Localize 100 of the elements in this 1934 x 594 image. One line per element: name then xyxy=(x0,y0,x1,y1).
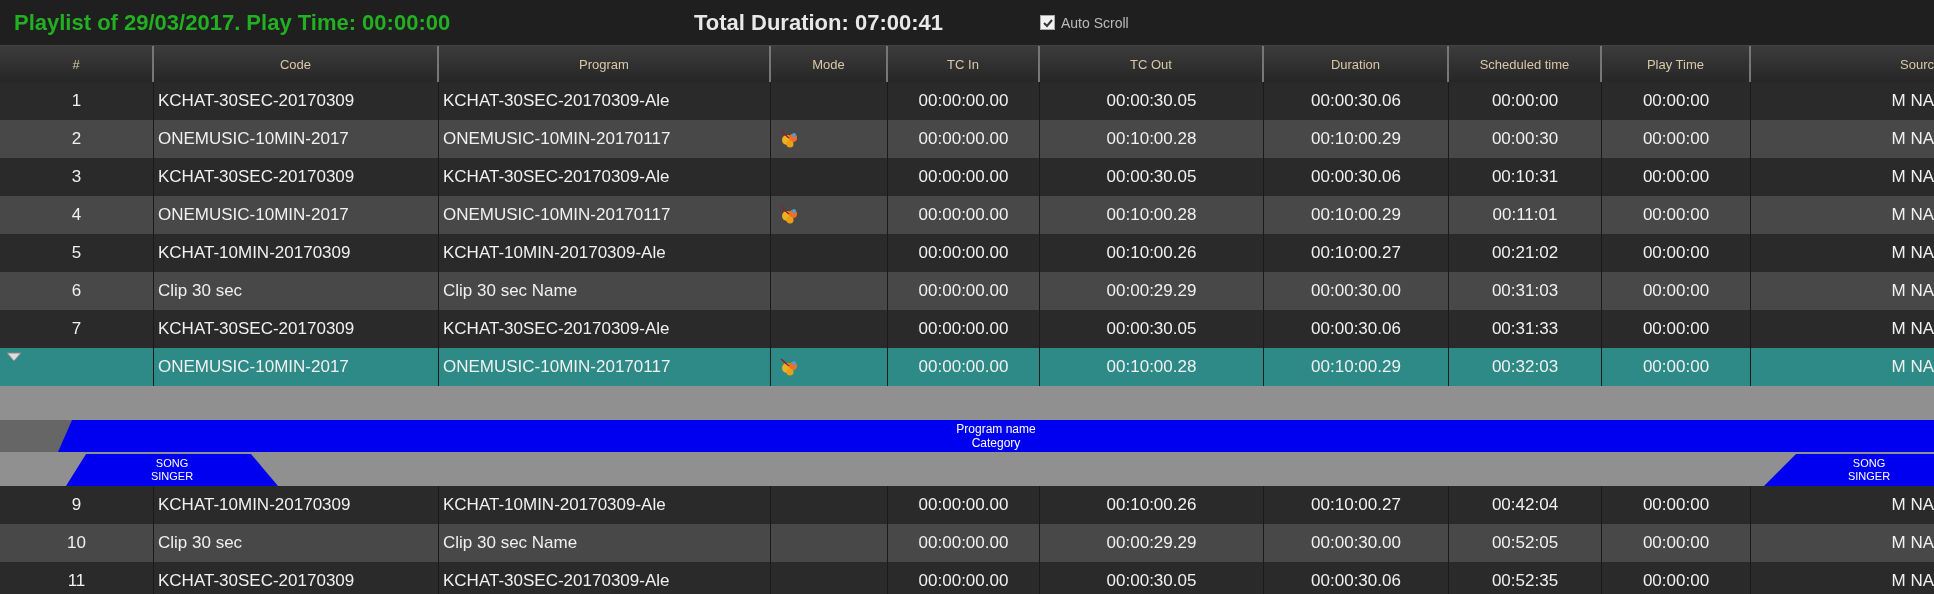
table-cell: KCHAT-10MIN-20170309 xyxy=(158,243,351,263)
table-cell: KCHAT-30SEC-20170309 xyxy=(158,167,355,187)
table-cell: 00:10:00.27 xyxy=(1311,495,1401,515)
table-cell: KCHAT-30SEC-20170309-Ale xyxy=(443,167,670,187)
table-cell: 00:00:30.06 xyxy=(1311,571,1401,591)
playlist-row[interactable]: 10 Clip 30 sec Clip 30 sec Name 00:00:00.00 00:00:29.29 00:00:30.00 00:52:05 00:00:00 M NA xyxy=(0,524,1934,562)
playlist-row[interactable]: 4 ONEMUSIC-10MIN-2017 ONEMUSIC-10MIN-20170117 00:00:00.00 00:10:00.28 00:10:00.29 00:11:01 00:00:00 M NA xyxy=(0,196,1934,234)
table-cell: 00:00:00.00 xyxy=(918,281,1009,301)
table-cell: 00:00:30 xyxy=(1491,129,1559,149)
table-cell: Clip 30 sec xyxy=(158,281,243,301)
program-category-label: Category xyxy=(971,436,1021,450)
table-cell: 00:00:00.00 xyxy=(918,243,1009,263)
table-cell: KCHAT-30SEC-20170309 xyxy=(158,319,355,339)
playlist-row[interactable]: ONEMUSIC-10MIN-2017 ONEMUSIC-10MIN-20170117 00:00:00.00 00:10:00.28 00:10:00.29 00:32:03 00:00:00 M NA xyxy=(0,348,1934,386)
playlist-row[interactable]: 2 ONEMUSIC-10MIN-2017 ONEMUSIC-10MIN-20170117 00:00:00.00 00:10:00.28 00:10:00.29 00:00:30 00:00:00 M NA xyxy=(0,120,1934,158)
table-cell: ONEMUSIC-10MIN-20170117 xyxy=(443,129,671,149)
table-cell: 00:00:00 xyxy=(1642,357,1710,377)
table-cell: 5 xyxy=(71,243,82,263)
table-cell: 00:00:30.06 xyxy=(1311,91,1401,111)
table-cell: 00:31:03 xyxy=(1491,281,1559,301)
playlist-title: Playlist of 29/03/2017. Play Time: 00:00:00 xyxy=(13,9,452,36)
table-cell: 00:00:30.05 xyxy=(1106,571,1197,591)
song-block[interactable]: SONG SINGER xyxy=(66,454,278,486)
table-cell: 00:10:00.28 xyxy=(1106,357,1197,377)
table-cell: 00:52:35 xyxy=(1491,571,1559,591)
table-cell: M NA xyxy=(1891,495,1934,515)
table-cell: KCHAT-10MIN-20170309-Ale xyxy=(443,243,666,263)
table-cell: KCHAT-30SEC-20170309 xyxy=(158,91,355,111)
row-marker-icon xyxy=(6,352,22,362)
table-cell: 2 xyxy=(71,129,82,149)
table-cell: 00:42:04 xyxy=(1491,495,1559,515)
table-cell: 00:00:00 xyxy=(1642,243,1710,263)
song-title-label: SONG xyxy=(155,457,189,470)
table-cell: 00:00:00.00 xyxy=(918,91,1009,111)
song-title-label: SONG xyxy=(1852,457,1886,470)
table-cell: 00:00:30.06 xyxy=(1311,167,1401,187)
table-cell: KCHAT-30SEC-20170309-Ale xyxy=(443,91,670,111)
table-cell: KCHAT-30SEC-20170309 xyxy=(158,571,355,591)
table-cell: 00:00:00 xyxy=(1642,571,1710,591)
table-cell: 00:31:33 xyxy=(1491,319,1559,339)
table-cell: 00:00:30.00 xyxy=(1311,533,1401,553)
program-name-label: Program name xyxy=(956,422,1036,436)
table-cell: ONEMUSIC-10MIN-2017 xyxy=(158,129,349,149)
table-cell: 00:10:00.29 xyxy=(1311,357,1401,377)
total-duration: Total Duration: 07:00:41 xyxy=(694,9,944,36)
table-cell: M NA xyxy=(1891,167,1934,187)
table-cell: 00:10:00.29 xyxy=(1311,205,1401,225)
table-cell: 00:00:29.29 xyxy=(1106,533,1197,553)
table-cell: 00:00:00 xyxy=(1642,495,1710,515)
table-cell: 00:00:00 xyxy=(1642,281,1710,301)
table-cell: 00:00:00 xyxy=(1642,533,1710,553)
table-cell: 00:00:00 xyxy=(1642,167,1710,187)
song-block[interactable]: SONG SINGER xyxy=(1764,454,1934,486)
program-block[interactable]: Program name Category xyxy=(58,420,1934,452)
table-cell: ONEMUSIC-10MIN-20170117 xyxy=(443,357,671,377)
table-cell: 00:00:30.05 xyxy=(1106,91,1197,111)
table-cell: 00:10:00.26 xyxy=(1106,243,1197,263)
table-cell: ONEMUSIC-10MIN-2017 xyxy=(158,357,349,377)
table-cell: 00:00:00.00 xyxy=(918,533,1009,553)
table-cell: 00:10:00.28 xyxy=(1106,129,1197,149)
table-cell: 00:52:05 xyxy=(1491,533,1559,553)
table-cell: 00:11:01 xyxy=(1492,205,1558,225)
table-cell: KCHAT-10MIN-20170309 xyxy=(158,495,351,515)
table-cell: 00:00:00.00 xyxy=(918,129,1009,149)
table-cell: Clip 30 sec Name xyxy=(443,533,578,553)
playlist-row[interactable]: 6 Clip 30 sec Clip 30 sec Name 00:00:00.00 00:00:29.29 00:00:30.00 00:31:03 00:00:00 M NA xyxy=(0,272,1934,310)
auto-scroll-label: Auto Scroll xyxy=(1061,14,1129,31)
table-cell: 00:00:30.05 xyxy=(1106,167,1197,187)
column-header[interactable]: Sourc xyxy=(1751,46,1934,82)
table-cell: ONEMUSIC-10MIN-20170117 xyxy=(443,205,671,225)
table-cell: 00:00:00.00 xyxy=(918,495,1009,515)
table-cell: 11 xyxy=(67,571,86,591)
table-cell: 1 xyxy=(71,91,82,111)
table-cell: 00:00:30.00 xyxy=(1311,281,1401,301)
table-cell: 00:00:00 xyxy=(1642,129,1710,149)
table-cell: 00:10:00.28 xyxy=(1106,205,1197,225)
song-singer-label: SINGER xyxy=(150,470,194,483)
table-cell: KCHAT-30SEC-20170309-Ale xyxy=(443,319,670,339)
table-cell: 00:00:00 xyxy=(1642,205,1710,225)
table-cell: M NA xyxy=(1891,571,1934,591)
table-cell: 10 xyxy=(67,533,86,553)
song-singer-label: SINGER xyxy=(1847,470,1891,483)
table-cell: 00:00:00.00 xyxy=(918,205,1009,225)
table-cell: 3 xyxy=(71,167,82,187)
auto-scroll-checkbox[interactable] xyxy=(1040,15,1055,30)
table-cell: M NA xyxy=(1891,533,1934,553)
table-cell: 00:00:00.00 xyxy=(918,357,1009,377)
table-cell: M NA xyxy=(1891,281,1934,301)
table-cell: KCHAT-10MIN-20170309-Ale xyxy=(443,495,666,515)
table-cell: 00:21:02 xyxy=(1491,243,1559,263)
table-cell: 00:00:00.00 xyxy=(918,167,1009,187)
table-cell: Clip 30 sec xyxy=(158,533,243,553)
table-cell: M NA xyxy=(1891,205,1934,225)
table-cell: Clip 30 sec Name xyxy=(443,281,578,301)
table-cell: 00:32:03 xyxy=(1491,357,1559,377)
table-cell: 00:10:00.27 xyxy=(1311,243,1401,263)
table-cell: 00:00:00.00 xyxy=(918,571,1009,591)
table-cell: M NA xyxy=(1891,243,1934,263)
table-cell: 00:00:00 xyxy=(1642,319,1710,339)
table-cell: M NA xyxy=(1891,129,1934,149)
